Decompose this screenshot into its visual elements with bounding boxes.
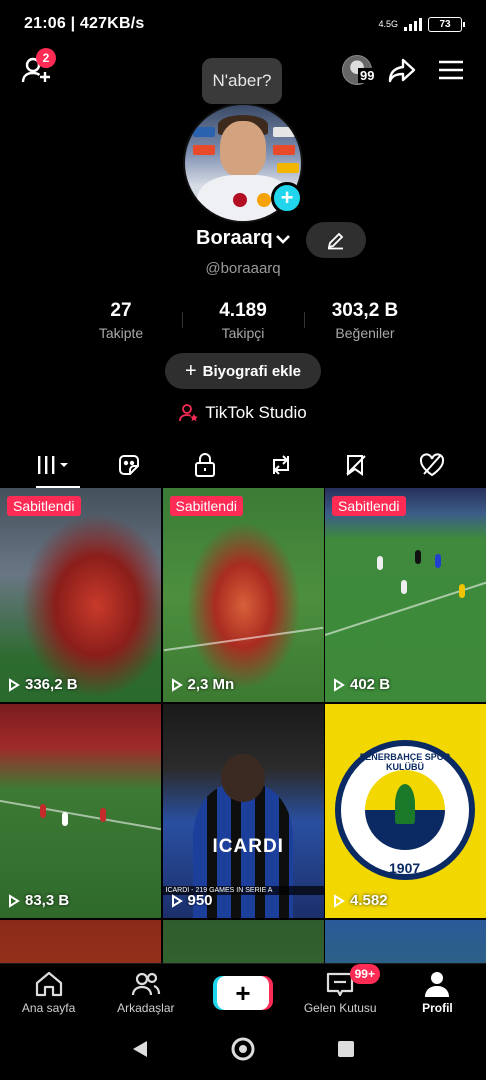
crest-year: 1907 [389,860,421,876]
play-icon [171,677,183,692]
video-thumb[interactable] [325,920,486,963]
tab-stickers[interactable] [107,447,151,483]
system-nav-bar [0,1023,486,1080]
network-type: 4.5G [378,19,398,29]
video-thumb[interactable] [0,920,161,963]
nav-label: Ana sayfa [21,1001,76,1015]
nav-label: Arkadaşlar [117,1001,175,1015]
view-count: 336,2 B [8,676,78,693]
stories-button[interactable]: 99 [337,54,377,86]
tab-private[interactable] [183,447,227,483]
status-icons: 4.5G 73 [378,16,465,32]
plus-icon: + [184,359,197,382]
pinned-label: Sabitlendi [332,496,406,516]
video-thumb[interactable]: FENERBAHÇE SPOR KULÜBÜ 1907 4.582 [325,704,486,918]
recents-icon[interactable] [335,1038,357,1065]
profile-stats: 27 Takipte 4.189 Takipçi 303,2 B Beğenil… [60,300,426,346]
nav-inbox[interactable]: 99+ Gelen Kutusu [292,964,389,1023]
jersey-name: ICARDI [212,836,284,857]
video-thumb[interactable]: 83,3 B [0,704,161,918]
plus-icon: + [235,977,251,1008]
share-button[interactable] [386,54,418,86]
play-icon [334,893,345,908]
lock-icon [195,453,216,477]
pencil-icon [327,232,344,250]
video-grid: Sabitlendi 336,2 B Sabitlendi 2,3 Mn Sab… [0,488,486,963]
bottom-nav: Ana sayfa Arkadaşlar + 99+ Gelen Kutusu … [0,963,486,1023]
video-thumb[interactable]: ICARDI ICARDI - 219 GAMES IN SERIE A 950 [162,704,324,918]
following-stat[interactable]: 27 Takipte [60,300,182,346]
bookmark-icon [346,455,367,476]
menu-icon [439,60,463,80]
pinned-label: Sabitlendi [169,496,243,516]
nav-profile[interactable]: Profil [389,964,486,1023]
tab-favorites[interactable] [334,447,378,483]
back-icon[interactable] [129,1038,151,1065]
add-story-button[interactable]: + [271,182,303,214]
add-friend-button[interactable]: 2 [20,48,56,86]
tab-reposts[interactable] [259,447,303,483]
view-count: 2,3 Mn [171,676,234,693]
heart-icon [420,453,445,477]
tiktok-studio-link[interactable]: TikTok Studio [0,403,486,423]
crest-text: FENERBAHÇE SPOR KULÜBÜ [359,752,451,772]
sticker-icon [119,455,140,475]
story-count: 99 [358,68,377,83]
video-thumb[interactable]: Sabitlendi 336,2 B [0,488,161,702]
home-icon [35,971,62,997]
studio-user-icon [179,404,199,422]
status-bar: 21:06 | 427KB/s 4.5G 73 [0,0,486,48]
content-tabs [0,445,486,488]
nav-home[interactable]: Ana sayfa [0,964,97,1023]
nav-label: Gelen Kutusu [303,1001,377,1015]
pinned-label: Sabitlendi [7,496,81,516]
video-thumb[interactable]: Sabitlendi 402 B [325,488,486,702]
play-icon [334,677,345,692]
edit-profile-button[interactable] [306,222,366,258]
video-thumb[interactable]: Sabitlendi 2,3 Mn [162,488,324,702]
play-icon [9,677,20,692]
repost-icon [272,455,289,475]
view-count: 4.582 [333,892,388,909]
play-icon [9,893,20,908]
status-tooltip[interactable]: N'aber? [202,58,282,104]
inbox-badge: 99+ [349,964,380,984]
player-head-shape [220,754,265,802]
likes-stat[interactable]: 303,2 B Beğeniler [304,300,426,346]
friends-icon [131,972,160,996]
view-count: 402 B [333,676,390,693]
video-thumb[interactable] [162,920,324,963]
nav-create[interactable]: + [194,964,291,1023]
username-row: Boraarq [0,222,486,258]
view-count: 83,3 B [8,892,69,909]
plus-icon: + [280,185,294,210]
signal-icon [404,17,422,31]
tab-liked[interactable] [410,447,454,483]
home-circle-icon[interactable] [230,1036,256,1067]
grid-icon [37,456,68,474]
username-handle: @boraaarq [205,260,281,277]
tab-videos[interactable] [32,447,80,488]
create-button[interactable]: + [217,976,269,1010]
nav-friends[interactable]: Arkadaşlar [97,964,194,1023]
nav-label: Profil [422,1001,453,1015]
followers-stat[interactable]: 4.189 Takipçi [182,300,304,346]
crest-leaf [395,784,415,824]
profile-icon [425,972,450,997]
add-bio-button[interactable]: + Biyografi ekle [165,353,321,389]
friend-badge: 2 [36,48,56,68]
menu-button[interactable] [437,56,465,84]
view-count: 950 [171,892,213,909]
display-name[interactable]: Boraarq [196,227,273,250]
status-time: 21:06 | 427KB/s [24,15,145,32]
chevron-down-icon[interactable] [275,232,291,250]
share-icon [388,58,416,83]
battery-icon: 73 [428,16,465,32]
play-icon [171,893,183,908]
